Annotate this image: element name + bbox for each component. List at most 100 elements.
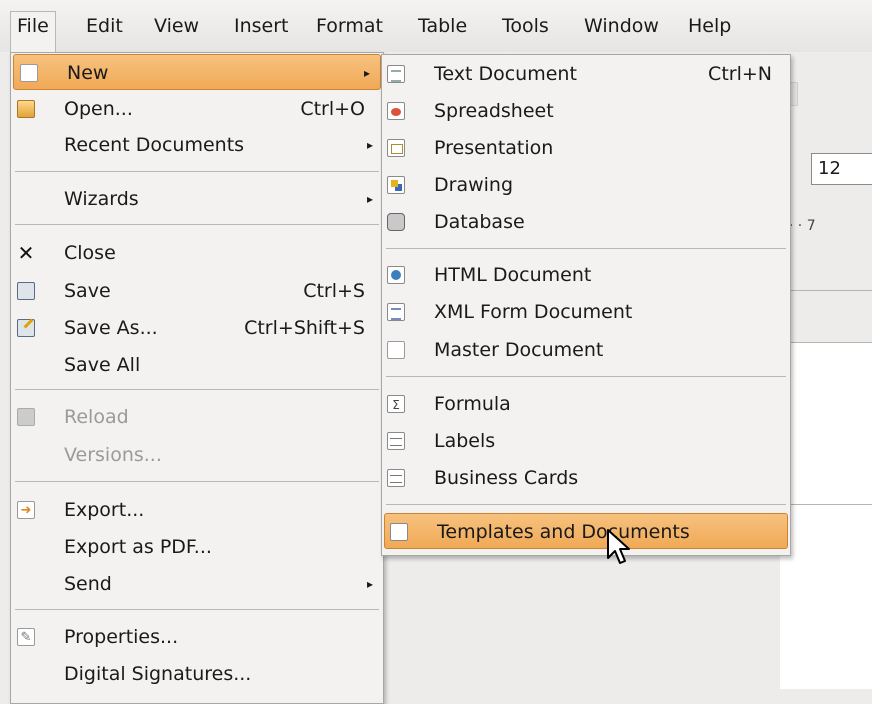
properties-icon: ✎ (17, 628, 35, 646)
menu-item-new[interactable]: New ▸ (13, 54, 381, 90)
menu-separator (15, 224, 379, 225)
menu-item-save[interactable]: Save Ctrl+S (11, 273, 383, 309)
menu-view[interactable]: View (148, 12, 205, 40)
menu-item-label: Master Document (434, 339, 604, 361)
menu-item-save-as[interactable]: Save As... Ctrl+Shift+S (11, 310, 383, 346)
menu-item-label: Open... (64, 98, 133, 120)
menu-item-drawing[interactable]: Drawing (382, 167, 790, 203)
menu-item-label: Reload (64, 406, 129, 428)
new-document-icon (20, 64, 38, 82)
reload-icon (17, 408, 35, 426)
menu-item-reload: Reload (11, 399, 383, 435)
menu-separator (15, 171, 379, 172)
menu-separator (386, 376, 786, 377)
templates-icon (390, 523, 408, 541)
text-document-icon (387, 65, 405, 83)
xml-form-icon (387, 303, 405, 321)
mouse-pointer-icon (607, 529, 630, 564)
menu-item-label: Close (64, 242, 116, 264)
menu-item-label: Templates and Documents (437, 521, 690, 543)
menu-item-templates-and-documents[interactable]: Templates and Documents (384, 513, 788, 549)
menu-item-database[interactable]: Database (382, 204, 790, 240)
menu-item-label: Wizards (64, 188, 139, 210)
new-submenu: Text Document Ctrl+N Spreadsheet Present… (381, 54, 791, 556)
menu-edit[interactable]: Edit (80, 12, 129, 40)
font-size-field[interactable]: 12 (811, 153, 872, 185)
menu-item-label: Digital Signatures... (64, 663, 252, 685)
menu-item-label: Business Cards (434, 467, 579, 489)
menu-tools[interactable]: Tools (496, 12, 555, 40)
menu-item-label: Drawing (434, 174, 514, 196)
menu-item-recent-documents[interactable]: Recent Documents ▸ (11, 127, 383, 163)
menu-item-label: New (67, 62, 109, 84)
menu-item-send[interactable]: Send ▸ (11, 566, 383, 602)
accelerator: Ctrl+N (708, 63, 772, 85)
menu-item-label: Send (64, 573, 112, 595)
menu-item-label: Database (434, 211, 525, 233)
menu-item-spreadsheet[interactable]: Spreadsheet (382, 93, 790, 129)
menu-item-label: Versions... (64, 444, 162, 466)
menu-separator (386, 504, 786, 505)
document-page[interactable] (780, 343, 872, 689)
menu-item-text-document[interactable]: Text Document Ctrl+N (382, 56, 790, 92)
menu-item-label: Save (64, 280, 111, 302)
database-icon (387, 213, 405, 231)
menu-item-formula[interactable]: Σ Formula (382, 386, 790, 422)
menu-item-html-document[interactable]: HTML Document (382, 257, 790, 293)
submenu-arrow-icon: ▸ (363, 66, 370, 80)
menu-item-label: XML Form Document (434, 301, 633, 323)
menu-item-label: Labels (434, 430, 496, 452)
menu-item-export-pdf[interactable]: Export as PDF... (11, 529, 383, 565)
menu-item-label: HTML Document (434, 264, 592, 286)
menu-help[interactable]: Help (682, 12, 737, 40)
menu-window[interactable]: Window (578, 12, 665, 40)
submenu-arrow-icon: ▸ (366, 577, 373, 591)
spreadsheet-icon (387, 102, 405, 120)
submenu-arrow-icon: ▸ (366, 192, 373, 206)
menu-item-label: Properties... (64, 626, 179, 648)
save-icon (17, 282, 35, 300)
menu-item-label: Save All (64, 354, 141, 376)
menu-separator (15, 481, 379, 482)
menu-table[interactable]: Table (412, 12, 473, 40)
menu-item-export[interactable]: ➜ Export... (11, 492, 383, 528)
business-cards-icon (387, 469, 405, 487)
accelerator: Ctrl+S (303, 280, 365, 302)
html-document-icon (387, 266, 405, 284)
menu-item-digital-signatures[interactable]: Digital Signatures... (11, 656, 383, 692)
menu-item-xml-form-document[interactable]: XML Form Document (382, 294, 790, 330)
menu-item-properties[interactable]: ✎ Properties... (11, 619, 383, 655)
menu-format[interactable]: Format (310, 12, 389, 40)
menu-item-labels[interactable]: Labels (382, 423, 790, 459)
menu-item-label: Save As... (64, 317, 158, 339)
menu-item-close[interactable]: ✕ Close (11, 235, 383, 271)
menu-item-label: Formula (434, 393, 511, 415)
presentation-icon (387, 139, 405, 157)
toolbar-divider (780, 290, 872, 291)
export-icon: ➜ (17, 501, 35, 519)
menu-item-label: Export... (64, 499, 145, 521)
menu-item-versions: Versions... (11, 437, 383, 473)
menu-item-presentation[interactable]: Presentation (382, 130, 790, 166)
formula-icon: Σ (387, 395, 405, 413)
save-as-icon (17, 319, 35, 337)
menu-item-label: Recent Documents (64, 134, 245, 156)
ruler: · · · 7 (780, 218, 872, 238)
drawing-icon (387, 176, 405, 194)
menu-insert[interactable]: Insert (228, 12, 295, 40)
menu-file[interactable]: File (10, 11, 56, 52)
menu-item-open[interactable]: Open... Ctrl+O (11, 91, 383, 127)
menu-item-save-all[interactable]: Save All (11, 347, 383, 383)
menu-item-label: Spreadsheet (434, 100, 554, 122)
menu-separator (15, 609, 379, 610)
submenu-arrow-icon: ▸ (366, 138, 373, 152)
open-folder-icon (17, 100, 35, 118)
menu-item-business-cards[interactable]: Business Cards (382, 460, 790, 496)
menu-item-wizards[interactable]: Wizards ▸ (11, 181, 383, 217)
menu-item-master-document[interactable]: Master Document (382, 332, 790, 368)
menu-item-label: Text Document (434, 63, 577, 85)
master-document-icon (387, 341, 405, 359)
page-line (780, 504, 872, 505)
menu-separator (15, 389, 379, 390)
labels-icon (387, 432, 405, 450)
